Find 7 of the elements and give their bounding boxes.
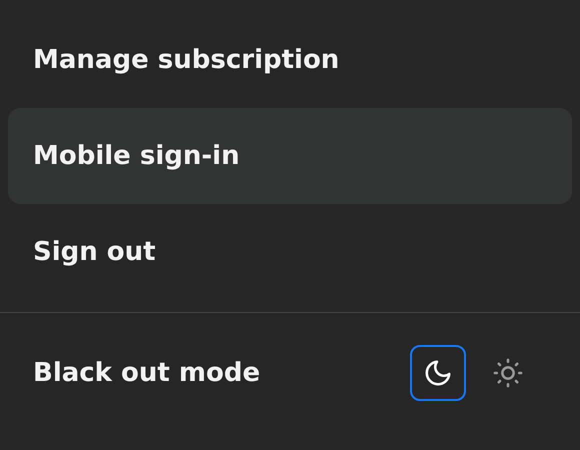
setting-label: Black out mode — [33, 358, 262, 388]
menu-item[interactable]: Mobile sign-in — [8, 108, 572, 204]
menu-item[interactable]: Manage subscription — [8, 12, 572, 108]
menu-item[interactable]: Sign out — [8, 204, 572, 300]
theme-toggle-button[interactable] — [410, 345, 466, 401]
moon-icon — [423, 358, 453, 388]
sun-icon — [493, 358, 523, 388]
